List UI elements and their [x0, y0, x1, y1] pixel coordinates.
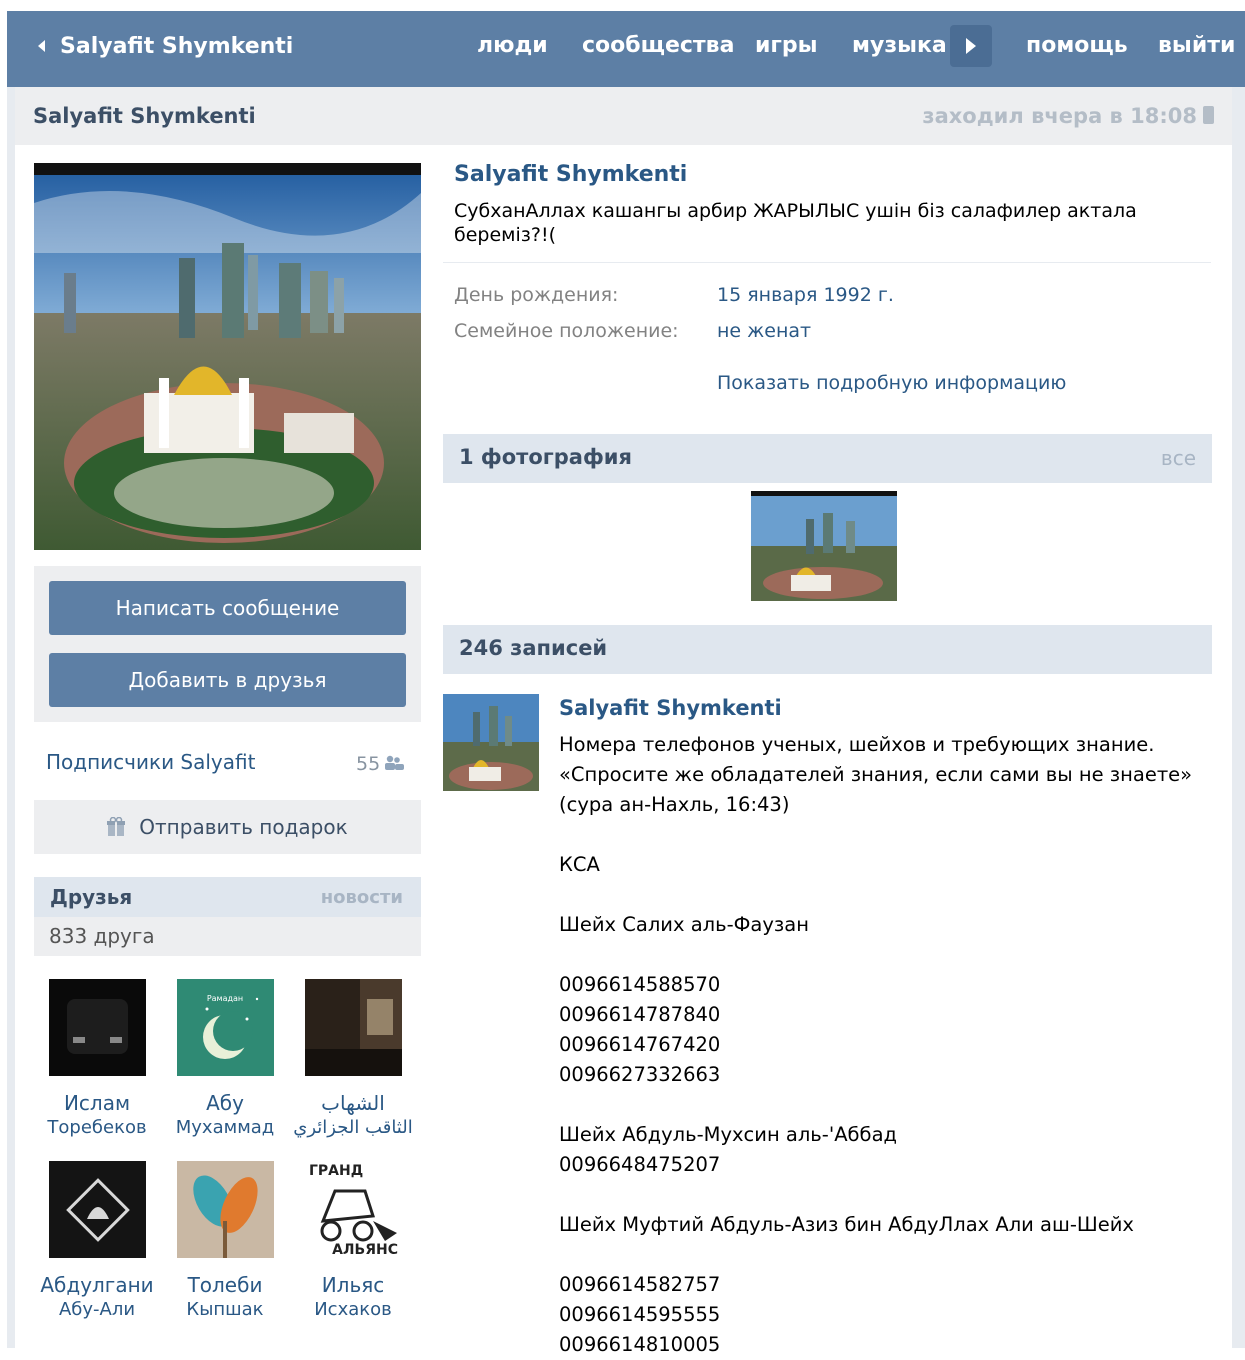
friend-last-name: Исхаков: [314, 1299, 392, 1320]
birthday-value[interactable]: 15 января 1992 г.: [717, 284, 894, 306]
nav-logout[interactable]: выйти: [1158, 31, 1235, 61]
send-gift-label: Отправить подарок: [139, 815, 348, 839]
relationship-label: Семейное положение:: [454, 320, 679, 342]
top-navigation-bar: Salyafit Shymkenti люди сообщества игры …: [7, 11, 1245, 87]
back-arrow-icon: [38, 40, 45, 52]
music-play-button[interactable]: [950, 25, 992, 67]
post-author-name[interactable]: Salyafit Shymkenti: [559, 696, 782, 720]
friend-item[interactable]: ГРАНД АЛЬЯНС Ильяс Исхаков: [289, 1161, 417, 1321]
friend-avatar: Рамадан: [176, 979, 274, 1076]
photos-all-link[interactable]: все: [1161, 446, 1196, 470]
people-icon: [385, 755, 404, 770]
friends-news-link[interactable]: новости: [321, 887, 403, 908]
show-more-info-link[interactable]: Показать подробную информацию: [717, 372, 1066, 394]
nav-help[interactable]: помощь: [1026, 31, 1128, 61]
friends-title[interactable]: Друзья: [50, 885, 132, 909]
friends-header: Друзья новости: [34, 877, 421, 917]
friend-avatar: [304, 979, 402, 1076]
post-text: Номера телефонов ученых, шейхов и требую…: [559, 733, 1193, 1356]
friend-first-name: Ильяс: [321, 1273, 385, 1297]
add-friend-button[interactable]: Добавить в друзья: [49, 653, 406, 707]
logo-text-bottom: АЛЬЯНС: [332, 1242, 398, 1258]
friend-last-name: Мухаммад: [175, 1117, 275, 1138]
friend-avatar: [48, 979, 146, 1076]
friend-item[interactable]: Рамадан Абу Мухаммад: [161, 979, 289, 1139]
friend-last-name: الثاقب الجزائري: [293, 1117, 413, 1138]
friend-first-name: الشهاب: [321, 1091, 385, 1115]
mobile-phone-icon: [1203, 106, 1214, 124]
friend-avatar: [176, 1161, 274, 1258]
post-author-avatar[interactable]: [443, 694, 539, 791]
back-link[interactable]: Salyafit Shymkenti: [38, 31, 293, 61]
friend-first-name: Абу: [206, 1091, 244, 1115]
friend-avatar: [48, 1161, 146, 1258]
post-author-photo: [443, 694, 539, 791]
wall-header: 246 записей: [443, 625, 1212, 674]
back-link-label: Salyafit Shymkenti: [60, 33, 294, 59]
friend-item[interactable]: Абдулгани Абу-Али: [33, 1161, 161, 1321]
mosque-city-photo: [34, 163, 421, 550]
play-icon: [966, 38, 976, 54]
nav-music[interactable]: музыка: [852, 31, 947, 61]
last-seen-text: заходил вчера в 18:08: [922, 104, 1197, 128]
friend-item[interactable]: Толеби Кыпшак: [161, 1161, 289, 1321]
send-message-button[interactable]: Написать сообщение: [49, 581, 406, 635]
profile-name[interactable]: Salyafit Shymkenti: [454, 162, 687, 187]
friend-item[interactable]: الشهاب الثاقب الجزائري: [289, 979, 417, 1139]
nav-people[interactable]: люди: [477, 31, 548, 61]
subscribers-link[interactable]: Подписчики Salyafit: [46, 750, 255, 774]
profile-header: Salyafit Shymkenti заходил вчера в 18:08: [15, 87, 1232, 145]
friend-avatar: ГРАНД АЛЬЯНС: [304, 1161, 402, 1258]
wall-title[interactable]: 246 записей: [459, 636, 607, 660]
friend-first-name: Абдулгани: [40, 1273, 154, 1297]
divider: [443, 262, 1211, 263]
profile-actions-panel: Написать сообщение Добавить в друзья: [34, 566, 421, 722]
friends-count: 833 друга: [49, 924, 155, 948]
send-gift-button[interactable]: Отправить подарок: [34, 800, 421, 854]
profile-header-name: Salyafit Shymkenti: [33, 104, 256, 128]
profile-status: СубханАллах кашангы арбир ЖАРЫЛЫС ушін б…: [454, 200, 1137, 246]
relationship-value[interactable]: не женат: [717, 320, 811, 342]
friend-first-name: Ислам: [63, 1091, 131, 1115]
friend-last-name: Торебеков: [47, 1117, 147, 1138]
friend-last-name: Кыпшак: [186, 1299, 264, 1320]
page-frame-right: [1232, 87, 1245, 1348]
friends-count-bar: 833 друга: [34, 917, 421, 956]
subscribers-count: 55: [356, 753, 381, 775]
friend-last-name: Абу-Али: [58, 1299, 136, 1320]
birthday-label: День рождения:: [454, 284, 619, 306]
photos-title[interactable]: 1 фотография: [459, 445, 632, 469]
friend-item[interactable]: Ислам Торебеков: [33, 979, 161, 1139]
photos-header: 1 фотография все: [443, 434, 1212, 483]
page-frame-left: [7, 87, 15, 1348]
nav-communities[interactable]: сообщества: [582, 31, 734, 61]
logo-text-top: ГРАНД: [309, 1163, 363, 1179]
friend-avatar-caption: Рамадан: [206, 994, 242, 1003]
profile-avatar[interactable]: [34, 163, 421, 550]
photo-thumbnail[interactable]: [751, 491, 897, 601]
gift-icon: [107, 817, 126, 836]
friend-first-name: Толеби: [187, 1273, 263, 1297]
nav-games[interactable]: игры: [755, 31, 818, 61]
